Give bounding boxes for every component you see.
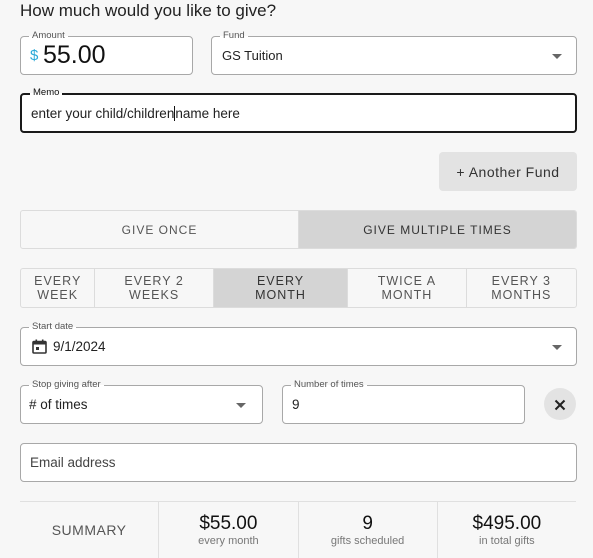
summary-total: $495.00 in total gifts bbox=[438, 502, 576, 558]
memo-label: Memo bbox=[30, 87, 63, 99]
chevron-down-icon bbox=[552, 54, 562, 59]
give-multiple-times-option[interactable]: GIVE MULTIPLE TIMES bbox=[299, 211, 576, 248]
frequency-selector: EVERY WEEK EVERY 2 WEEKS EVERY MONTH TWI… bbox=[20, 268, 577, 308]
fund-select[interactable]: Fund GS Tuition bbox=[211, 30, 577, 75]
chevron-down-icon bbox=[236, 403, 246, 408]
stop-giving-after-value: # of times bbox=[29, 397, 88, 412]
start-date-picker[interactable]: Start date 9/1/2024 bbox=[20, 321, 577, 366]
summary-total-value: $495.00 bbox=[472, 512, 542, 534]
gift-summary: SUMMARY $55.00 every month 9 gifts sched… bbox=[20, 501, 576, 558]
amount-field[interactable]: Amount $ 55.00 bbox=[20, 30, 193, 75]
stop-giving-after-label: Stop giving after bbox=[29, 379, 104, 391]
fund-value: GS Tuition bbox=[222, 48, 283, 63]
memo-field[interactable]: Memo enter your child/childrenname here bbox=[20, 87, 577, 133]
summary-per-gift: $55.00 every month bbox=[159, 502, 299, 558]
amount-value: 55.00 bbox=[43, 41, 106, 69]
number-of-times-value: 9 bbox=[292, 397, 300, 412]
email-field[interactable]: Email address bbox=[20, 443, 577, 482]
memo-text-before-cursor: enter your child/children bbox=[31, 106, 175, 121]
email-placeholder: Email address bbox=[30, 455, 116, 470]
start-date-label: Start date bbox=[29, 321, 77, 333]
stop-giving-after-select[interactable]: Stop giving after # of times bbox=[20, 379, 263, 424]
clear-button[interactable] bbox=[544, 388, 576, 420]
number-of-times-label: Number of times bbox=[291, 379, 367, 391]
summary-title-cell: SUMMARY bbox=[20, 502, 160, 558]
give-mode-toggle: GIVE ONCE GIVE MULTIPLE TIMES bbox=[20, 210, 577, 249]
frequency-every-week[interactable]: EVERY WEEK bbox=[21, 269, 96, 307]
currency-symbol: $ bbox=[30, 47, 39, 64]
fund-label: Fund bbox=[220, 30, 248, 42]
frequency-every-3-months[interactable]: EVERY 3 MONTHS bbox=[467, 269, 576, 307]
add-another-fund-button[interactable]: + Another Fund bbox=[439, 152, 577, 191]
start-date-value: 9/1/2024 bbox=[53, 339, 106, 354]
calendar-icon bbox=[32, 339, 47, 354]
summary-total-caption: in total gifts bbox=[479, 534, 535, 547]
number-of-times-field[interactable]: Number of times 9 bbox=[282, 379, 525, 424]
frequency-every-2-weeks[interactable]: EVERY 2 WEEKS bbox=[95, 269, 214, 307]
memo-text-after-cursor: name here bbox=[175, 106, 240, 121]
summary-count: 9 gifts scheduled bbox=[299, 502, 438, 558]
chevron-down-icon bbox=[552, 345, 562, 350]
summary-count-value: 9 bbox=[362, 512, 373, 534]
page-heading: How much would you like to give? bbox=[20, 1, 277, 20]
give-once-option[interactable]: GIVE ONCE bbox=[21, 211, 299, 248]
frequency-every-month[interactable]: EVERY MONTH bbox=[213, 269, 349, 307]
close-icon bbox=[554, 398, 566, 411]
summary-title: SUMMARY bbox=[51, 522, 127, 538]
summary-per-gift-value: $55.00 bbox=[199, 512, 258, 534]
summary-count-caption: gifts scheduled bbox=[330, 534, 405, 547]
frequency-twice-a-month[interactable]: TWICE A MONTH bbox=[348, 269, 467, 307]
summary-per-gift-caption: every month bbox=[198, 534, 259, 547]
